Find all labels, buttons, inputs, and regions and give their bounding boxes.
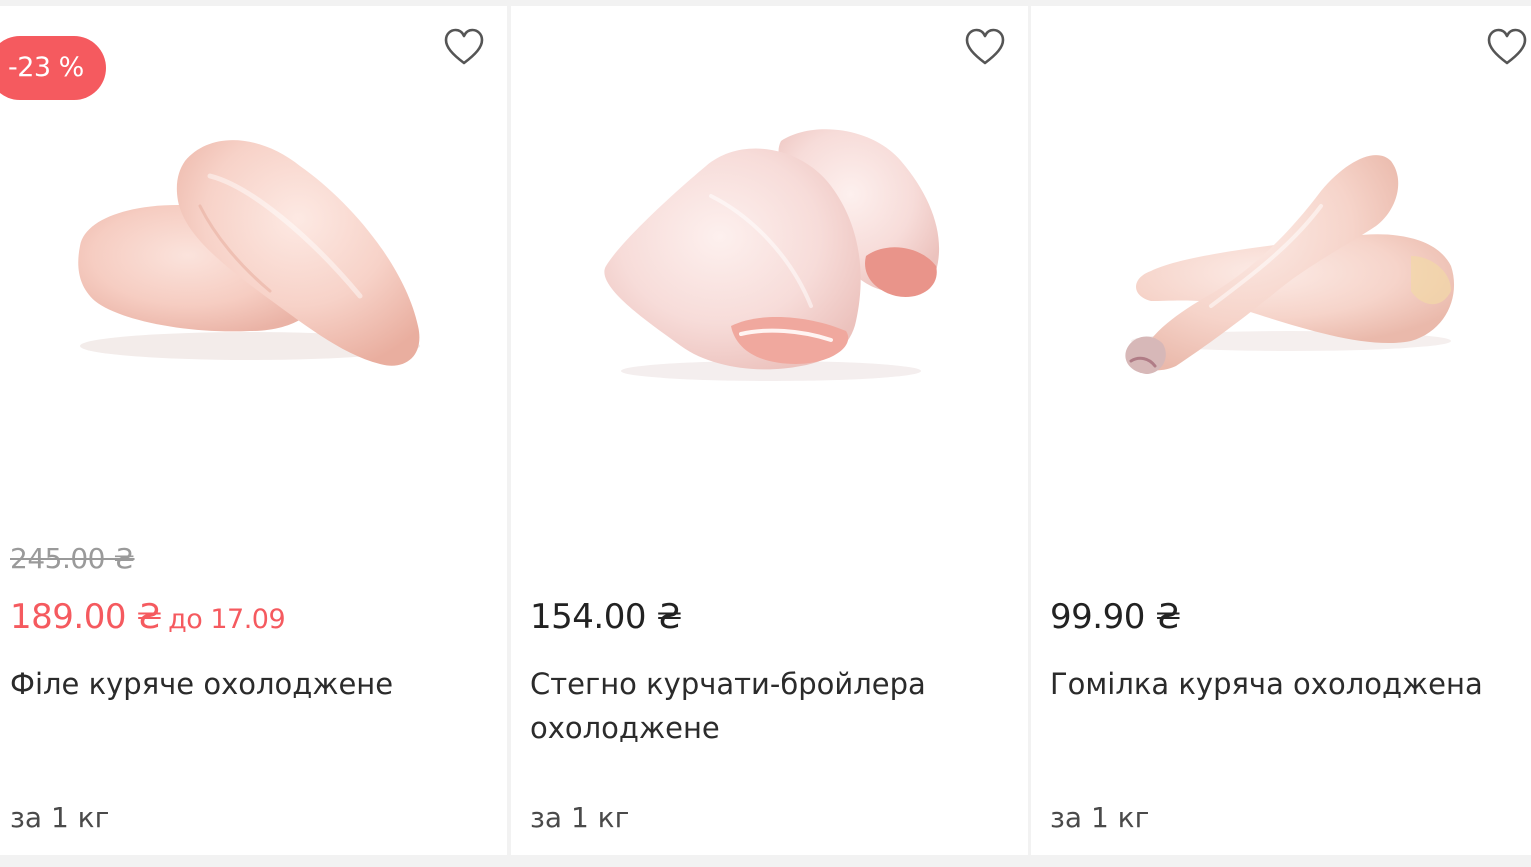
product-card[interactable]: 154.00 ₴ Стегно курчати-бройлера охолодж… [511, 6, 1028, 855]
price-value: 99.90 ₴ [1050, 597, 1181, 637]
heart-outline-icon [1487, 28, 1527, 65]
promo-until: до 17.09 [168, 604, 286, 635]
favorite-button[interactable] [965, 28, 1005, 66]
chicken-thigh-image [604, 129, 940, 381]
product-unit: за 1 кг [10, 801, 110, 834]
old-price: 245.00 ₴ [10, 542, 135, 575]
chicken-drumstick-image [1125, 155, 1455, 374]
favorite-button[interactable] [444, 28, 484, 66]
product-grid: -23 % 245.00 ₴ 189.00 ₴ до 17.09 Філе ку… [0, 0, 1531, 867]
product-name[interactable]: Стегно курчати-бройлера охолоджене [530, 662, 1000, 750]
product-name[interactable]: Гомілка куряча охолоджена [1050, 662, 1520, 706]
product-card[interactable]: -23 % 245.00 ₴ 189.00 ₴ до 17.09 Філе ку… [0, 6, 507, 855]
product-image[interactable] [511, 106, 1028, 406]
price-value: 154.00 ₴ [530, 597, 683, 637]
price: 189.00 ₴ до 17.09 [10, 597, 286, 637]
heart-outline-icon [965, 28, 1005, 65]
product-card[interactable]: 99.90 ₴ Гомілка куряча охолоджена за 1 к… [1031, 6, 1531, 855]
price: 154.00 ₴ [530, 597, 683, 637]
favorite-button[interactable] [1487, 28, 1527, 66]
product-unit: за 1 кг [530, 801, 630, 834]
heart-outline-icon [444, 28, 484, 65]
price: 99.90 ₴ [1050, 597, 1181, 637]
product-name[interactable]: Філе куряче охолоджене [10, 662, 480, 706]
chicken-fillet-image [78, 140, 420, 366]
discount-badge: -23 % [0, 36, 106, 100]
product-unit: за 1 кг [1050, 801, 1150, 834]
product-image[interactable] [1031, 106, 1531, 406]
product-image[interactable] [0, 106, 507, 406]
price-value: 189.00 ₴ [10, 597, 163, 637]
